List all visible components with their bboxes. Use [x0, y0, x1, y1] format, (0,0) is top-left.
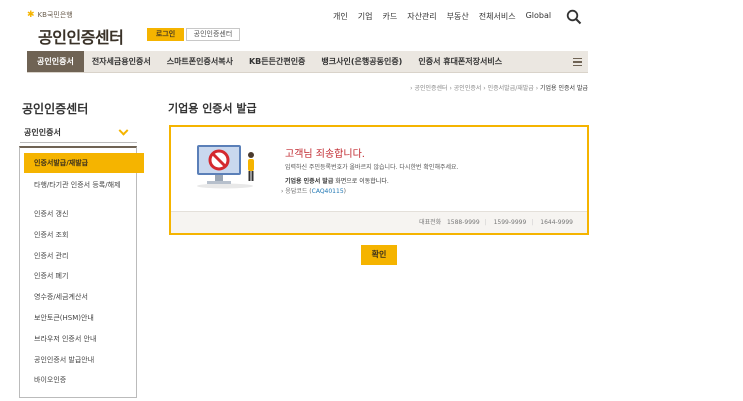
- sidebar-item-hsm[interactable]: 보안토큰(HSM)안내: [20, 308, 136, 329]
- response-code-value: CAQ40115: [311, 188, 344, 195]
- kb-logo[interactable]: ✱ KB국민은행: [27, 10, 73, 20]
- topnav-global[interactable]: Global: [526, 11, 552, 22]
- phone-number: 1644-9999: [540, 219, 573, 226]
- alert-message: 입력하신 주민등록번호가 올바르지 않습니다. 다시한번 확인해주세요.: [285, 164, 459, 171]
- sidebar-item-receipt[interactable]: 영수증/세금계산서: [20, 287, 136, 308]
- phone-number: 1588-9999: [446, 219, 480, 226]
- mainnav-phone-storage[interactable]: 인증서 휴대폰저장서비스: [410, 51, 510, 72]
- sidebar-menu: 인증서발급/재발급 타행/타기관 인증서 등록/해제 인증서 갱신 인증서 조회…: [19, 146, 144, 398]
- topnav-personal[interactable]: 개인: [333, 11, 348, 22]
- breadcrumb-item[interactable]: 공인인증서: [454, 85, 482, 92]
- phone-footer: 대표전화 1588-9999 | 1599-9999 | 1644-9999: [171, 211, 587, 233]
- error-alert-box: 고객님 죄송합니다. 입력하신 주민등록번호가 올바르지 않습니다. 다시한번 …: [169, 125, 589, 235]
- breadcrumb-current: 기업용 인증서 발급: [540, 85, 588, 92]
- login-button[interactable]: 로그인: [147, 28, 184, 41]
- error-monitor-illustration: [197, 145, 254, 189]
- response-code: › 응답코드 (CAQ40115): [281, 186, 346, 195]
- sidebar-select-label: 공인인증서: [24, 128, 61, 137]
- breadcrumb-item[interactable]: 인증서발급/재발급: [488, 85, 534, 92]
- mainnav-public-cert[interactable]: 공인인증서: [27, 51, 84, 72]
- redirect-target: 기업용 인증서 발급: [285, 178, 334, 185]
- response-code-label: › 응답코드 (: [281, 188, 312, 195]
- chevron-down-icon: [118, 125, 129, 136]
- hamburger-menu-icon[interactable]: [566, 51, 588, 73]
- sidebar-item-renew[interactable]: 인증서 갱신: [20, 204, 136, 225]
- mainnav-kb-simple-auth[interactable]: KB든든간편인증: [241, 51, 313, 72]
- sidebar-item-revoke[interactable]: 인증서 폐기: [20, 266, 136, 287]
- sidebar-category-select[interactable]: 공인인증서: [20, 123, 137, 143]
- sidebar-item-bio[interactable]: 바이오인증: [20, 370, 136, 391]
- alert-redirect-note: 기업용 인증서 발급 화면으로 이동합니다.: [285, 176, 389, 185]
- breadcrumb-item[interactable]: 공인인증센터: [414, 85, 447, 92]
- topnav-asset[interactable]: 자산관리: [407, 11, 436, 22]
- mainnav-banksign[interactable]: 뱅크사인(은행공동인증): [313, 51, 410, 72]
- search-icon[interactable]: [566, 9, 582, 25]
- page-title: 기업용 인증서 발급: [168, 102, 257, 115]
- sidebar-item-issue[interactable]: 인증서발급/재발급: [24, 153, 144, 173]
- sidebar-title: 공인인증센터: [22, 102, 89, 116]
- phone-label: 대표전화: [419, 219, 442, 226]
- brand-name: KB국민은행: [37, 11, 73, 19]
- header: ✱ KB국민은행 공인인증센터 로그인 공인인증센터 개인 기업 카드 자산관리…: [0, 0, 743, 48]
- breadcrumb: › 공인인증센터 › 공인인증서 › 인증서발급/재발급 › 기업용 인증서 발…: [410, 85, 588, 92]
- kb-star-icon: ✱: [27, 9, 35, 20]
- topnav-all-services[interactable]: 전체서비스: [479, 11, 516, 22]
- sidebar-item-register[interactable]: 타행/타기관 인증서 등록/해제: [20, 173, 136, 204]
- cert-center-button[interactable]: 공인인증센터: [186, 28, 240, 41]
- top-navigation: 개인 기업 카드 자산관리 부동산 전체서비스 Global: [333, 11, 551, 22]
- mainnav-tax-cert[interactable]: 전자세금용인증서: [84, 51, 159, 72]
- sidebar-item-guide[interactable]: 공인인증서 발급안내: [20, 350, 136, 371]
- sidebar-item-browser[interactable]: 브라우저 인증서 안내: [20, 329, 136, 350]
- mainnav-smartphone-copy[interactable]: 스마트폰인증서복사: [159, 51, 241, 72]
- sidebar-item-manage[interactable]: 인증서 관리: [20, 246, 136, 267]
- redirect-text: 화면으로 이동합니다.: [333, 178, 389, 185]
- sidebar-item-lookup[interactable]: 인증서 조회: [20, 225, 136, 246]
- response-code-close: ): [343, 188, 346, 195]
- alert-headline: 고객님 죄송합니다.: [285, 149, 365, 160]
- site-title[interactable]: 공인인증센터: [38, 24, 124, 48]
- confirm-button[interactable]: 확인: [361, 245, 397, 265]
- phone-number: 1599-9999: [493, 219, 527, 226]
- topnav-card[interactable]: 카드: [382, 11, 397, 22]
- topnav-realestate[interactable]: 부동산: [447, 11, 469, 22]
- main-navigation: 공인인증서 전자세금용인증서 스마트폰인증서복사 KB든든간편인증 뱅크사인(은…: [27, 51, 588, 73]
- topnav-business[interactable]: 기업: [358, 11, 373, 22]
